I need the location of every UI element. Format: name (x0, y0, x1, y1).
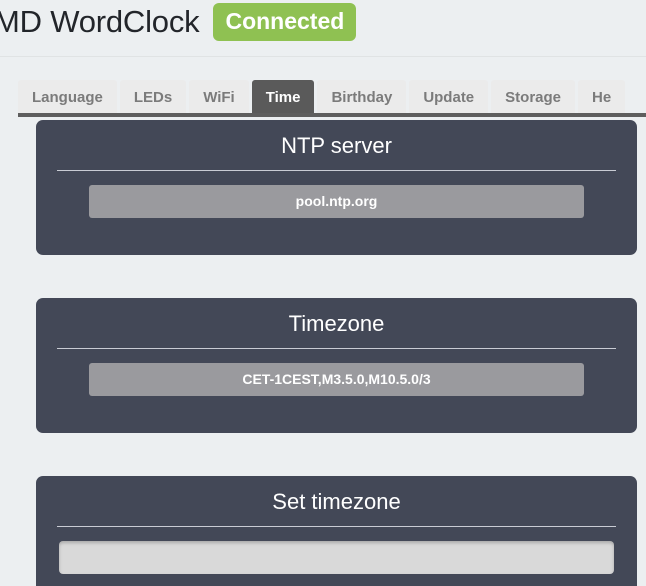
ntp-server-card-title: NTP server (281, 133, 392, 158)
timezone-card: Timezone CET-1CEST,M3.5.0,M10.5.0/3 (36, 298, 637, 433)
tab-language[interactable]: Language (18, 80, 117, 116)
tab-help[interactable]: He (578, 80, 626, 116)
set-timezone-card-title: Set timezone (272, 489, 401, 514)
page-root: MD WordClock Connected Language LEDs WiF… (0, 0, 646, 586)
tab-time[interactable]: Time (251, 80, 315, 116)
app-header: MD WordClock Connected (0, 0, 646, 57)
page-title: MD WordClock (0, 4, 200, 39)
tab-birthday[interactable]: Birthday (317, 80, 407, 116)
tab-storage[interactable]: Storage (491, 80, 576, 116)
ntp-server-card-body: pool.ntp.org (36, 171, 637, 255)
tab-wifi[interactable]: WiFi (189, 80, 249, 116)
timezone-card-body: CET-1CEST,M3.5.0,M10.5.0/3 (36, 349, 637, 433)
tab-leds[interactable]: LEDs (119, 80, 187, 116)
timezone-card-title: Timezone (288, 311, 385, 336)
status-badge: Connected (213, 3, 357, 41)
ntp-server-card: NTP server pool.ntp.org (36, 120, 637, 255)
ntp-server-value: pool.ntp.org (89, 185, 584, 218)
tab-bar-underline (18, 113, 646, 117)
tab-bar: Language LEDs WiFi Time Birthday Update … (18, 80, 626, 116)
set-timezone-input[interactable] (59, 541, 614, 574)
set-timezone-card-body (36, 527, 637, 586)
main-content: NTP server pool.ntp.org Timezone CET-1CE… (0, 120, 646, 586)
tab-update[interactable]: Update (409, 80, 489, 116)
set-timezone-card: Set timezone (36, 476, 637, 586)
timezone-value: CET-1CEST,M3.5.0,M10.5.0/3 (89, 363, 584, 396)
header-content: MD WordClock Connected (0, 2, 357, 42)
